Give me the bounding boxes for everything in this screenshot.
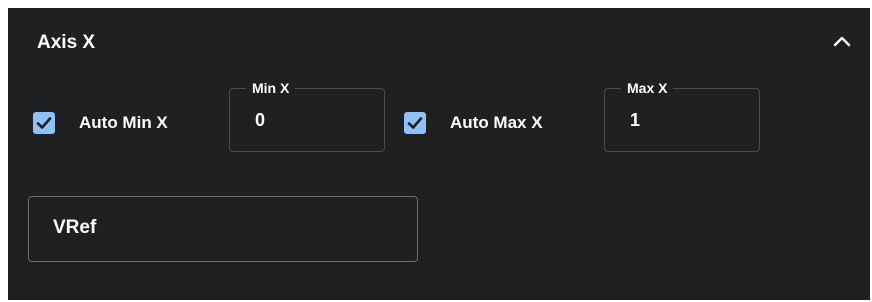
panel-title: Axis X (37, 32, 96, 53)
auto-min-x-label: Auto Min X (79, 113, 168, 132)
checkmark-icon (36, 117, 52, 129)
min-x-field[interactable]: Min X 0 (229, 78, 385, 152)
max-x-field[interactable]: Max X 1 (604, 78, 760, 152)
checkmark-icon (407, 117, 423, 129)
min-x-field-label: Min X (246, 78, 296, 98)
auto-min-x-checkbox-box[interactable] (33, 112, 55, 134)
auto-max-x-label: Auto Max X (450, 113, 543, 132)
vref-input-value[interactable]: VRef (53, 217, 96, 239)
max-x-field-value[interactable]: 1 (630, 110, 640, 131)
collapse-button[interactable] (829, 28, 855, 54)
auto-min-x-checkbox[interactable]: Auto Min X (33, 112, 168, 134)
max-x-field-label: Max X (621, 78, 674, 98)
auto-max-x-checkbox[interactable]: Auto Max X (404, 112, 543, 134)
axis-x-panel: Axis X Auto Min X Min X 0 Auto Max X Max… (8, 8, 870, 300)
auto-max-x-checkbox-box[interactable] (404, 112, 426, 134)
min-x-field-value[interactable]: 0 (255, 110, 265, 131)
vref-input[interactable]: VRef (28, 196, 418, 262)
chevron-up-icon (833, 36, 851, 47)
